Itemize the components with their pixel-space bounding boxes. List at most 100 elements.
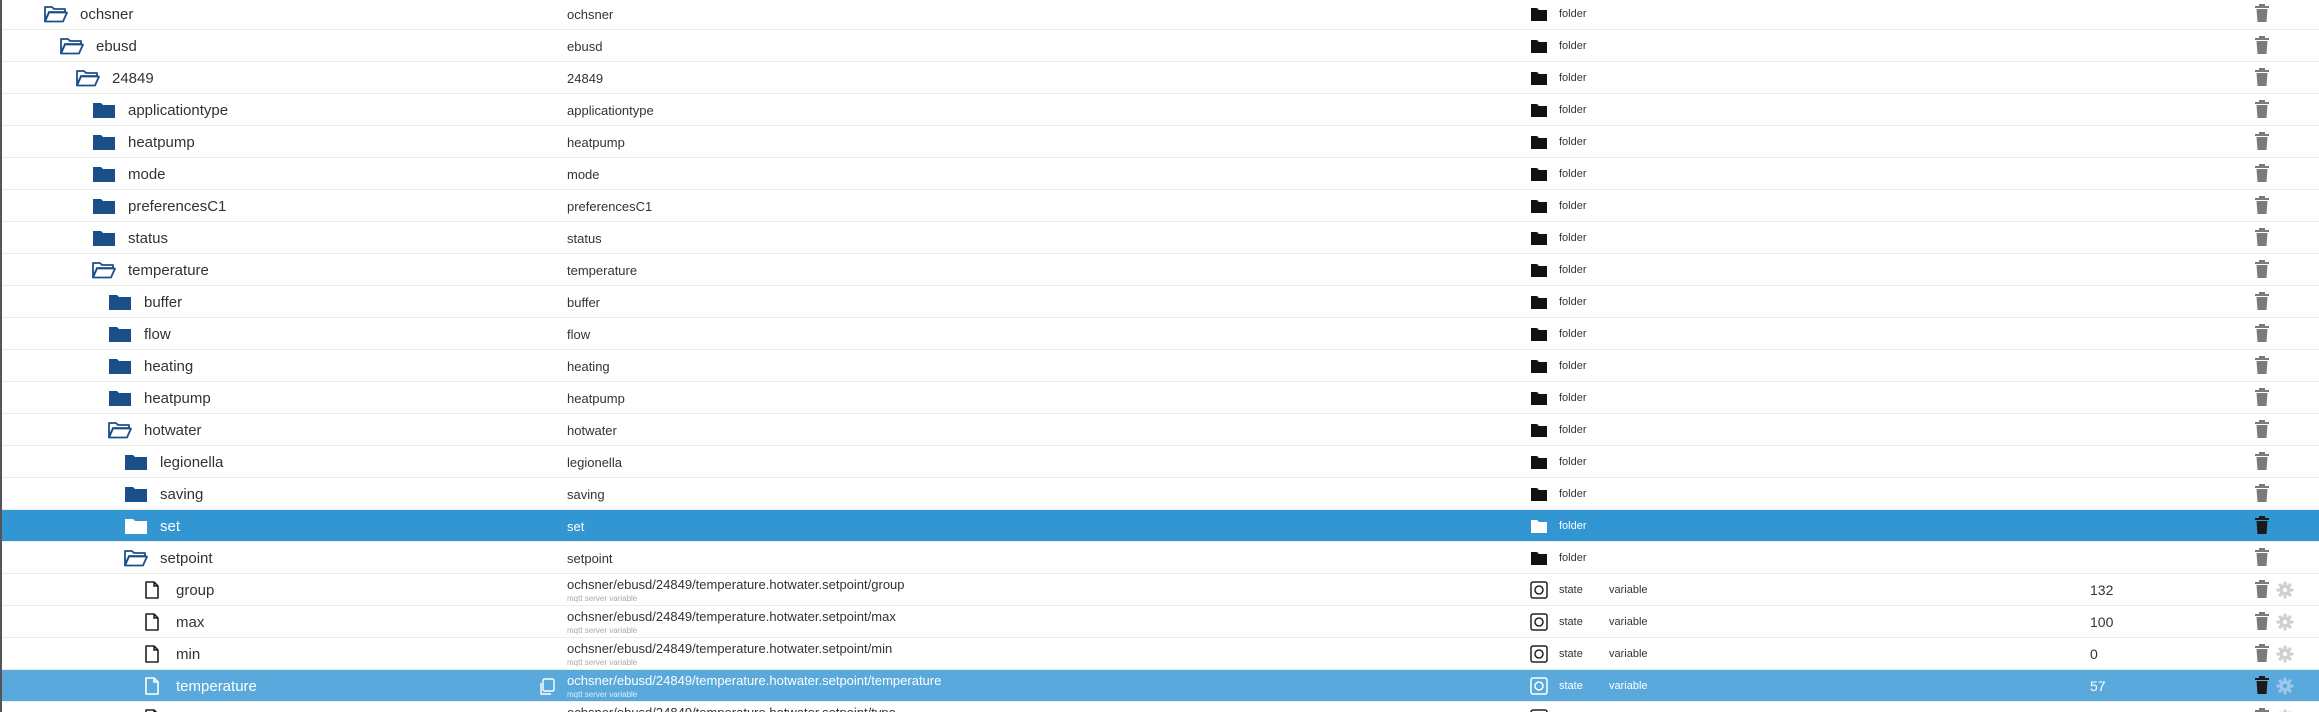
state-value[interactable]: 0	[2090, 646, 2098, 662]
gear-icon[interactable]	[2276, 581, 2294, 599]
gear-icon[interactable]	[2276, 613, 2294, 631]
delete-icon[interactable]	[2254, 612, 2270, 631]
tree-row-folder[interactable]: set set folder	[2, 510, 2319, 542]
delete-icon[interactable]	[2254, 356, 2270, 375]
tree-row-state[interactable]: max ochsner/ebusd/24849/temperature.hotwa…	[2, 606, 2319, 638]
tree-item-name[interactable]: ebusd	[96, 38, 137, 55]
delete-icon[interactable]	[2254, 260, 2270, 279]
delete-icon[interactable]	[2254, 644, 2270, 663]
tree-item-name[interactable]: heatpump	[144, 390, 211, 407]
folder-closed-icon[interactable]	[92, 165, 116, 183]
delete-icon[interactable]	[2254, 548, 2270, 567]
tree-row-state[interactable]: min ochsner/ebusd/24849/temperature.hotwa…	[2, 638, 2319, 670]
state-value[interactable]: 57	[2090, 678, 2106, 694]
folder-open-icon[interactable]	[124, 549, 148, 567]
gear-icon[interactable]	[2276, 677, 2294, 695]
tree-item-name[interactable]: hotwater	[144, 422, 202, 439]
tree-item-name[interactable]: min	[176, 646, 200, 663]
delete-icon[interactable]	[2254, 68, 2270, 87]
tree-row-state[interactable]: temperature ochsner/ebusd/24849/temperatu…	[2, 670, 2319, 702]
delete-icon[interactable]	[2254, 708, 2270, 712]
delete-icon[interactable]	[2254, 228, 2270, 247]
folder-closed-icon[interactable]	[108, 389, 132, 407]
tree-item-name[interactable]: preferencesC1	[128, 198, 226, 215]
folder-open-icon[interactable]	[60, 37, 84, 55]
tree-row-folder[interactable]: heatpump heatpump folder	[2, 126, 2319, 158]
folder-open-icon[interactable]	[76, 69, 100, 87]
folder-open-icon[interactable]	[108, 421, 132, 439]
state-value[interactable]: 132	[2090, 582, 2113, 598]
tree-row-folder[interactable]: buffer buffer folder	[2, 286, 2319, 318]
tree-item-name[interactable]: group	[176, 582, 214, 599]
file-icon[interactable]	[140, 613, 164, 631]
tree-item-name[interactable]: ochsner	[80, 6, 133, 23]
tree-row-folder[interactable]: ochsner ochsner folder	[2, 0, 2319, 30]
folder-closed-icon[interactable]	[92, 229, 116, 247]
tree-row-folder[interactable]: flow flow folder	[2, 318, 2319, 350]
tree-row-folder[interactable]: temperature temperature folder	[2, 254, 2319, 286]
tree-row-folder[interactable]: setpoint setpoint folder	[2, 542, 2319, 574]
tree-row-folder[interactable]: mode mode folder	[2, 158, 2319, 190]
file-icon[interactable]	[140, 677, 164, 695]
folder-closed-icon[interactable]	[108, 357, 132, 375]
tree-row-state[interactable]: group ochsner/ebusd/24849/temperature.hot…	[2, 574, 2319, 606]
delete-icon[interactable]	[2254, 36, 2270, 55]
folder-closed-icon[interactable]	[92, 101, 116, 119]
tree-item-name[interactable]: flow	[144, 326, 171, 343]
folder-type-icon	[1531, 328, 1547, 341]
tree-item-name[interactable]: saving	[160, 486, 203, 503]
delete-icon[interactable]	[2254, 4, 2270, 23]
delete-icon[interactable]	[2254, 132, 2270, 151]
file-icon[interactable]	[140, 581, 164, 599]
gear-icon[interactable]	[2276, 645, 2294, 663]
folder-closed-icon[interactable]	[92, 197, 116, 215]
tree-item-name[interactable]: max	[176, 614, 204, 631]
copy-icon[interactable]	[538, 678, 556, 696]
tree-item-name[interactable]: legionella	[160, 454, 223, 471]
folder-closed-icon[interactable]	[92, 133, 116, 151]
tree-row-folder[interactable]: 24849 24849 folder	[2, 62, 2319, 94]
folder-closed-icon[interactable]	[124, 453, 148, 471]
tree-item-name[interactable]: heating	[144, 358, 193, 375]
folder-closed-icon[interactable]	[124, 485, 148, 503]
delete-icon[interactable]	[2254, 388, 2270, 407]
tree-item-name[interactable]: 24849	[112, 70, 154, 87]
tree-item-name[interactable]: applicationtype	[128, 102, 228, 119]
delete-icon[interactable]	[2254, 196, 2270, 215]
tree-row-folder[interactable]: preferencesC1 preferencesC1 folder	[2, 190, 2319, 222]
tree-row-folder[interactable]: hotwater hotwater folder	[2, 414, 2319, 446]
tree-item-name[interactable]: temperature	[128, 262, 209, 279]
folder-closed-icon[interactable]	[108, 325, 132, 343]
state-value[interactable]: 100	[2090, 614, 2113, 630]
tree-row-folder[interactable]: status status folder	[2, 222, 2319, 254]
tree-row-folder[interactable]: heating heating folder	[2, 350, 2319, 382]
delete-icon[interactable]	[2254, 516, 2270, 535]
delete-icon[interactable]	[2254, 420, 2270, 439]
tree-item-name[interactable]: buffer	[144, 294, 182, 311]
tree-item-name[interactable]: set	[160, 518, 180, 535]
delete-icon[interactable]	[2254, 676, 2270, 695]
folder-open-icon[interactable]	[44, 5, 68, 23]
delete-icon[interactable]	[2254, 484, 2270, 503]
tree-item-name[interactable]: status	[128, 230, 168, 247]
folder-closed-icon[interactable]	[108, 293, 132, 311]
delete-icon[interactable]	[2254, 100, 2270, 119]
tree-row-folder[interactable]: ebusd ebusd folder	[2, 30, 2319, 62]
folder-closed-icon[interactable]	[124, 517, 148, 535]
tree-item-name[interactable]: temperature	[176, 678, 257, 695]
tree-row-folder[interactable]: heatpump heatpump folder	[2, 382, 2319, 414]
delete-icon[interactable]	[2254, 292, 2270, 311]
delete-icon[interactable]	[2254, 324, 2270, 343]
tree-item-name[interactable]: setpoint	[160, 550, 213, 567]
tree-item-name[interactable]: heatpump	[128, 134, 195, 151]
delete-icon[interactable]	[2254, 580, 2270, 599]
delete-icon[interactable]	[2254, 452, 2270, 471]
file-icon[interactable]	[140, 645, 164, 663]
tree-row-folder[interactable]: saving saving folder	[2, 478, 2319, 510]
tree-row-state[interactable]: ochsner/ebusd/24849/temperature.hotwater…	[2, 702, 2319, 712]
folder-open-icon[interactable]	[92, 261, 116, 279]
tree-item-name[interactable]: mode	[128, 166, 166, 183]
delete-icon[interactable]	[2254, 164, 2270, 183]
tree-row-folder[interactable]: applicationtype applicationtype folder	[2, 94, 2319, 126]
tree-row-folder[interactable]: legionella legionella folder	[2, 446, 2319, 478]
